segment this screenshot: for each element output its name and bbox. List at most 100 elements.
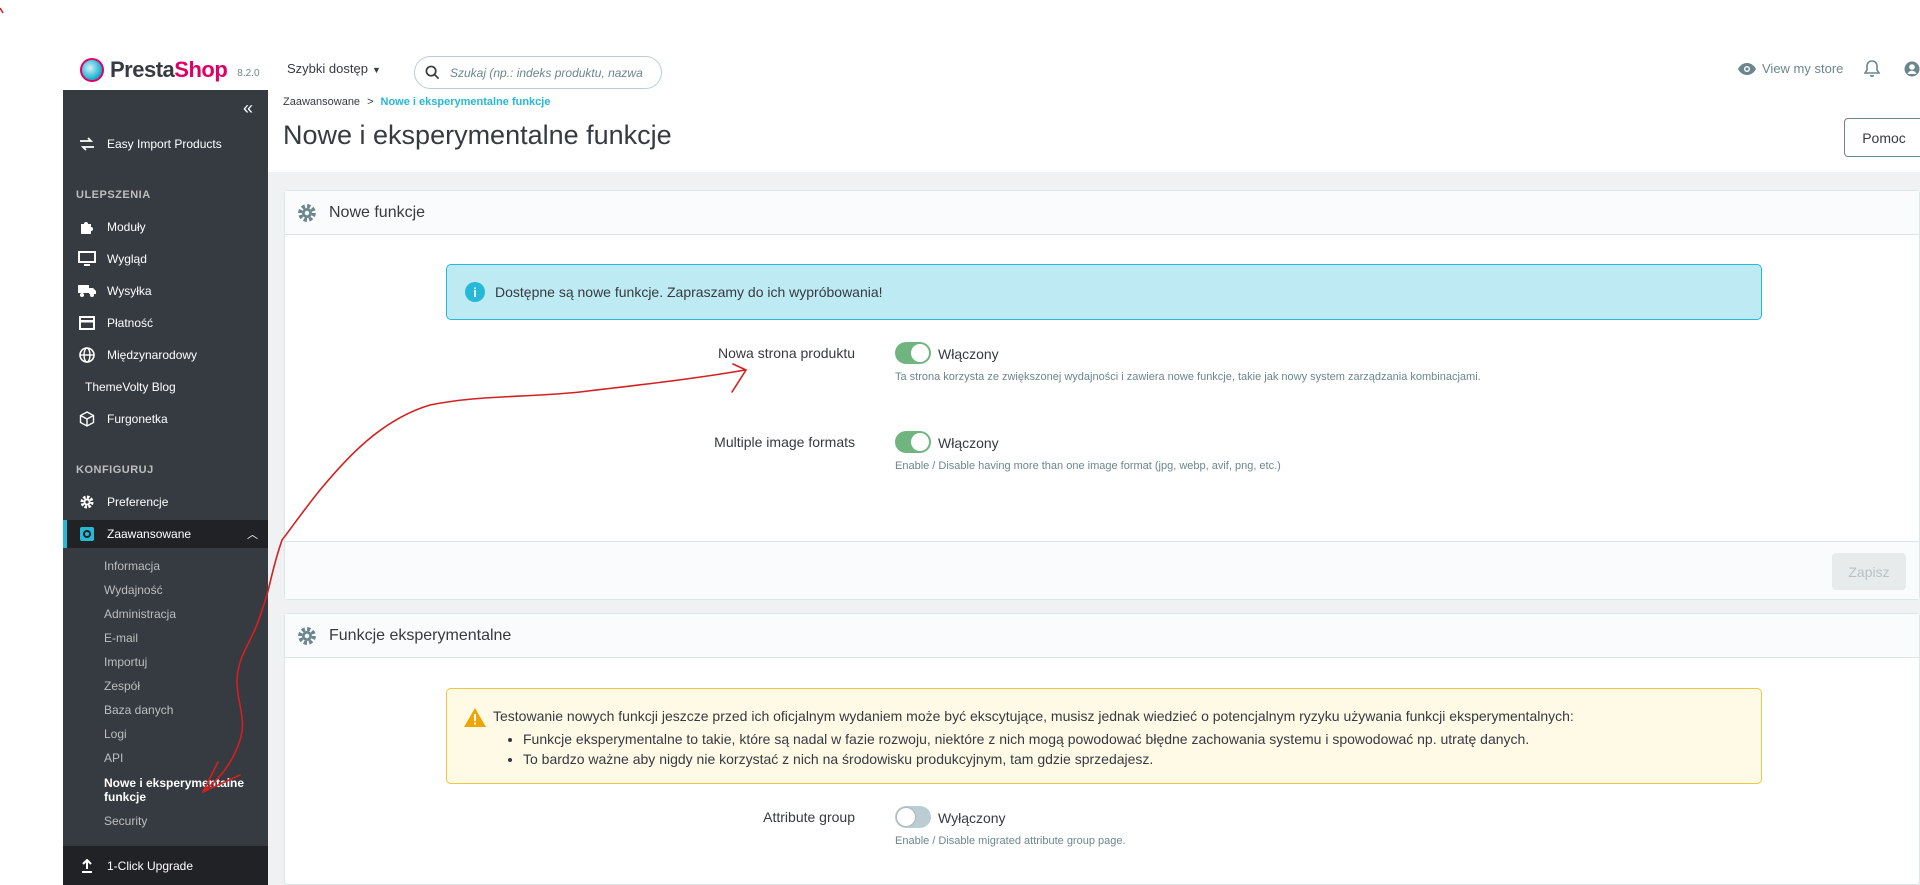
- sub-item-new-experimental-features[interactable]: Nowe i eksperymentalne funkcje: [104, 776, 254, 804]
- monitor-icon: [77, 251, 97, 267]
- eye-icon: [1738, 62, 1756, 75]
- breadcrumb-current[interactable]: Nowe i eksperymentalne funkcje: [381, 96, 551, 108]
- sidebar-item-international[interactable]: Międzynarodowy: [63, 341, 268, 369]
- feature-label-attribute-group: Attribute group: [763, 809, 855, 825]
- upload-icon: [77, 858, 97, 874]
- view-store-link[interactable]: View my store: [1738, 61, 1843, 76]
- breadcrumb: Zaawansowane > Nowe i eksperymentalne funk…: [283, 96, 550, 108]
- sidebar-item-shipping[interactable]: Wysyłka: [63, 277, 268, 305]
- sub-item-administration[interactable]: Administracja: [104, 607, 176, 621]
- sidebar-item-label: Międzynarodowy: [107, 348, 198, 362]
- sidebar-item-1-click-upgrade[interactable]: 1-Click Upgrade: [63, 846, 268, 885]
- user-account-icon[interactable]: [1904, 60, 1920, 83]
- quick-access-dropdown[interactable]: Szybki dostęp ▼: [287, 61, 381, 76]
- warning-text: Testowanie nowych funkcji jeszcze przed …: [493, 708, 1574, 724]
- sidebar-item-modules[interactable]: Moduły: [63, 213, 268, 241]
- new-features-card: Nowe funkcje Zapisz: [284, 190, 1920, 600]
- sidebar-item-label: Preferencje: [107, 495, 169, 509]
- search-box[interactable]: [414, 56, 662, 89]
- sub-item-security[interactable]: Security: [104, 814, 147, 828]
- page-title: Nowe i eksperymentalne funkcje: [283, 120, 672, 150]
- sidebar-item-label: Płatność: [107, 316, 154, 330]
- search-icon: [425, 65, 440, 80]
- gear-icon: [77, 494, 97, 510]
- toggle-new-product-page[interactable]: [895, 342, 931, 364]
- sidebar-item-label: ThemeVolty Blog: [85, 380, 176, 394]
- feature-help-text: Enable / Disable migrated attribute grou…: [895, 835, 1126, 847]
- card-header: Funkcje eksperymentalne: [285, 614, 1919, 658]
- info-alert: i Dostępne są nowe funkcje. Zapraszamy d…: [446, 264, 1762, 320]
- sub-item-performance[interactable]: Wydajność: [104, 583, 163, 597]
- section-title-improvements: ULEPSZENIA: [76, 189, 151, 201]
- sidebar-item-preferences[interactable]: Preferencje: [63, 488, 268, 516]
- sidebar-item-furgonetka[interactable]: Furgonetka: [63, 405, 268, 433]
- logo-text: PrestaShop: [110, 57, 228, 82]
- toggle-state-label: Włączony: [938, 435, 999, 451]
- toggle-knob: [897, 808, 915, 826]
- transfer-icon: [77, 136, 97, 152]
- card-title: Nowe funkcje: [329, 203, 426, 221]
- sub-item-import[interactable]: Importuj: [104, 655, 147, 669]
- caret-down-icon: ▼: [371, 65, 381, 75]
- truck-icon: [77, 283, 97, 299]
- sub-item-database[interactable]: Baza danych: [104, 703, 173, 717]
- warning-alert: Testowanie nowych funkcji jeszcze przed …: [446, 688, 1762, 784]
- settings-box-icon: [77, 526, 97, 542]
- card-footer: Zapisz: [285, 541, 1919, 599]
- sub-item-api[interactable]: API: [104, 751, 123, 765]
- sidebar-item-label: Wysyłka: [107, 284, 152, 298]
- globe-icon: [77, 347, 97, 363]
- section-title-configure: KONFIGURUJ: [76, 464, 154, 476]
- sidebar-item-payment[interactable]: Płatność: [63, 309, 268, 337]
- sidebar-item-appearance[interactable]: Wygląd: [63, 245, 268, 273]
- sidebar-item-label: Furgonetka: [107, 412, 168, 426]
- bell-icon[interactable]: [1863, 60, 1881, 83]
- chevron-up-icon: ︿: [247, 529, 258, 541]
- warning-point: Funkcje eksperymentalne to takie, które …: [523, 729, 1529, 749]
- sidebar: « Easy Import Products ULEPSZENIA Moduły…: [63, 90, 268, 885]
- toggle-state-label: Wyłączony: [938, 810, 1006, 826]
- toggle-state-label: Włączony: [938, 346, 999, 362]
- info-alert-text: Dostępne są nowe funkcje. Zapraszamy do …: [495, 284, 883, 300]
- toggle-multiple-image-formats[interactable]: [895, 431, 931, 453]
- puzzle-icon: [77, 219, 97, 235]
- view-store-label: View my store: [1762, 61, 1844, 76]
- breadcrumb-separator: >: [367, 96, 374, 108]
- warning-icon: [464, 708, 486, 727]
- sidebar-item-label: 1-Click Upgrade: [107, 858, 194, 873]
- info-icon: i: [465, 282, 485, 302]
- sidebar-item-themevolty-blog[interactable]: ThemeVolty Blog: [63, 373, 268, 401]
- warning-point: To bardzo ważne aby nigdy nie korzystać …: [523, 749, 1529, 769]
- credit-card-icon: [77, 315, 97, 331]
- breadcrumb-parent[interactable]: Zaawansowane: [283, 96, 360, 108]
- quick-access-label: Szybki dostęp: [287, 61, 368, 76]
- help-button[interactable]: Pomoc: [1844, 118, 1920, 157]
- feature-help-text: Enable / Disable having more than one im…: [895, 460, 1281, 472]
- sidebar-item-label: Moduły: [107, 220, 146, 234]
- toggle-attribute-group[interactable]: [895, 806, 931, 828]
- warning-list: Funkcje eksperymentalne to takie, które …: [503, 729, 1529, 769]
- sidebar-item-label: Zaawansowane: [107, 527, 192, 541]
- feature-help-text: Ta strona korzysta ze zwiększonej wydajn…: [895, 371, 1481, 383]
- search-input[interactable]: [448, 64, 648, 81]
- card-header: Nowe funkcje: [285, 191, 1919, 235]
- sub-item-email[interactable]: E-mail: [104, 631, 138, 645]
- save-button[interactable]: Zapisz: [1832, 553, 1906, 590]
- sub-item-team[interactable]: Zespół: [104, 679, 140, 693]
- puffin-logo-icon: [80, 58, 104, 82]
- sub-item-logs[interactable]: Logi: [104, 727, 127, 741]
- sidebar-item-advanced[interactable]: Zaawansowane ︿: [63, 520, 268, 548]
- sidebar-item-easy-import[interactable]: Easy Import Products: [63, 130, 268, 158]
- prestashop-logo[interactable]: PrestaShop 8.2.0: [80, 54, 260, 86]
- feature-label-multiple-image-formats: Multiple image formats: [714, 434, 855, 450]
- toggle-knob: [911, 433, 929, 451]
- gear-icon: [298, 626, 316, 645]
- sidebar-item-label: Easy Import Products: [107, 137, 222, 151]
- sub-item-information[interactable]: Informacja: [104, 559, 160, 573]
- card-title: Funkcje eksperymentalne: [329, 626, 512, 644]
- toggle-knob: [911, 344, 929, 362]
- gear-icon: [298, 203, 316, 222]
- feature-label-new-product-page: Nowa strona produktu: [718, 345, 855, 361]
- sidebar-item-label: Wygląd: [107, 252, 147, 266]
- collapse-sidebar-icon[interactable]: «: [243, 98, 253, 119]
